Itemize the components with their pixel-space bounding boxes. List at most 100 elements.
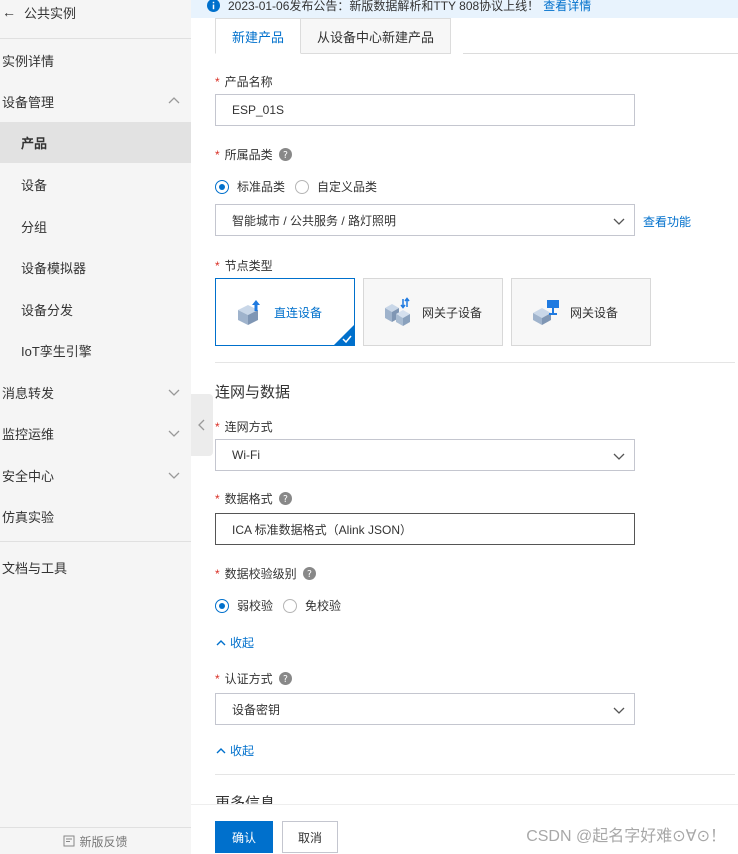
sidebar-item-label: 分组	[21, 220, 48, 235]
radio-checked[interactable]	[215, 179, 229, 194]
feedback-label: 新版反馈	[79, 834, 128, 849]
node-card-gateway-device[interactable]: 网关设备	[511, 278, 651, 346]
help-icon[interactable]: ?	[278, 148, 292, 161]
sidebar-item-label: 设备管理	[2, 95, 55, 110]
sidebar-item-security-center[interactable]: 安全中心	[0, 455, 191, 496]
label-text: 节点类型	[224, 259, 273, 273]
sidebar-item-message-forwarding[interactable]: 消息转发	[0, 372, 191, 413]
collapse-link[interactable]: 收起	[215, 742, 254, 759]
sidebar-item-label: 产品	[21, 136, 48, 151]
radio-unchecked[interactable]	[283, 598, 298, 613]
feedback-button[interactable]: 新版反馈	[0, 827, 191, 854]
section-divider	[215, 362, 735, 363]
sidebar-item-devices[interactable]: 设备	[0, 164, 191, 205]
tab-bar: 新建产品 从设备中心新建产品	[215, 18, 452, 54]
notice-text: 2023-01-06发布公告：新版数据解析和TTY 808协议上线！	[228, 0, 540, 13]
radio-label: 免校验	[305, 599, 342, 613]
input-value: ESP_01S	[232, 103, 285, 117]
notice-link[interactable]: 查看详情	[543, 0, 591, 14]
select-value: 智能城市 / 公共服务 / 路灯照明	[232, 213, 397, 228]
radio-label: 弱校验	[237, 599, 274, 613]
label-text: 数据格式	[224, 492, 273, 506]
help-icon[interactable]: ?	[302, 567, 316, 580]
help-icon[interactable]: ?	[278, 672, 292, 685]
radio-weak-check[interactable]: 弱校验	[215, 597, 273, 614]
auth-select[interactable]: 设备密钥	[215, 693, 635, 725]
sidebar-item-instance-details[interactable]: 实例详情	[0, 40, 191, 81]
product-name-input[interactable]: ESP_01S	[215, 94, 635, 126]
back-label: 公共实例	[24, 5, 77, 21]
card-label: 网关设备	[570, 305, 619, 320]
sidebar-item-docs-tools[interactable]: 文档与工具	[0, 547, 191, 588]
sidebar-item-label: 实例详情	[2, 54, 55, 69]
label-text: 产品名称	[224, 75, 273, 89]
radio-checked[interactable]	[215, 598, 229, 613]
required-mark: *	[215, 566, 220, 581]
label-text: 连网方式	[224, 420, 273, 434]
check-level-label: * 数据校验级别 ?	[215, 565, 316, 582]
help-icon[interactable]: ?	[278, 492, 292, 505]
tab-new-product[interactable]: 新建产品	[215, 18, 302, 54]
cancel-button[interactable]: 取消	[282, 821, 338, 853]
radio-unchecked[interactable]	[295, 179, 310, 194]
network-select[interactable]: Wi-Fi	[215, 439, 635, 471]
info-icon	[207, 0, 220, 12]
check-level-radio-group: 弱校验 免校验	[215, 597, 351, 614]
confirm-button[interactable]: 确认	[215, 821, 273, 853]
select-value: Wi-Fi	[232, 448, 260, 462]
auth-label: * 认证方式 ?	[215, 670, 292, 687]
svg-text:?: ?	[283, 674, 288, 685]
sidebar-divider	[0, 38, 191, 39]
watermark: CSDN @起名字好难⊙∀⊙！	[526, 828, 726, 845]
radio-custom-category[interactable]: 自定义品类	[295, 178, 377, 195]
form-footer: 确认 取消 CSDN @起名字好难⊙∀⊙！	[191, 804, 738, 854]
collapse-link[interactable]: 收起	[215, 634, 254, 651]
notice-banner: 2023-01-06发布公告：新版数据解析和TTY 808协议上线！ 查看详情	[191, 0, 738, 18]
chevron-up-icon	[216, 639, 226, 645]
category-radio-group: 标准品类 自定义品类	[215, 178, 387, 195]
direct-device-icon	[238, 300, 260, 325]
required-mark: *	[215, 671, 220, 686]
chevron-down-icon	[613, 453, 625, 460]
select-value: 设备密钥	[232, 702, 281, 717]
sidebar-item-device-distribution[interactable]: 设备分发	[0, 289, 191, 330]
chevron-left-icon	[198, 419, 205, 431]
card-label: 网关子设备	[422, 305, 483, 320]
radio-label: 自定义品类	[317, 180, 378, 194]
radio-no-check[interactable]: 免校验	[283, 597, 341, 614]
view-functions-link[interactable]: 查看功能	[643, 213, 691, 230]
chevron-down-icon	[168, 472, 180, 479]
feedback-icon	[63, 835, 75, 847]
card-label: 直连设备	[274, 305, 323, 320]
tab-underline	[463, 53, 738, 54]
label-text: 数据校验级别	[224, 567, 297, 581]
required-mark: *	[215, 491, 220, 506]
back-to-public-instance[interactable]: ← 公共实例	[0, 0, 191, 24]
gateway-device-icon	[533, 300, 559, 325]
category-select[interactable]: 智能城市 / 公共服务 / 路灯照明	[215, 204, 635, 236]
sidebar-collapse-handle[interactable]	[191, 394, 213, 456]
collapse-label: 收起	[230, 636, 255, 650]
radio-standard-category[interactable]: 标准品类	[215, 178, 285, 195]
sidebar-item-label: 文档与工具	[2, 561, 68, 576]
node-card-gateway-sub-device[interactable]: 网关子设备	[363, 278, 503, 346]
sidebar-item-products[interactable]: 产品	[0, 122, 191, 163]
data-format-select[interactable]: ICA 标准数据格式（Alink JSON）	[215, 513, 635, 545]
chevron-down-icon	[168, 389, 180, 396]
label-text: 所属品类	[224, 148, 273, 162]
network-section-title: 连网与数据	[215, 384, 291, 401]
node-card-direct-device[interactable]: 直连设备	[215, 278, 355, 346]
sidebar-item-monitoring[interactable]: 监控运维	[0, 413, 191, 454]
sidebar-item-iot-twin-engine[interactable]: IoT孪生引擎	[0, 330, 191, 371]
more-info-title: 更多信息	[215, 795, 276, 804]
tab-from-device-center[interactable]: 从设备中心新建产品	[301, 18, 452, 54]
sidebar-item-label: 仿真实验	[2, 510, 55, 525]
sidebar-item-device-simulator[interactable]: 设备模拟器	[0, 247, 191, 288]
sidebar-item-simulation-lab[interactable]: 仿真实验	[0, 496, 191, 537]
sidebar-item-label: 消息转发	[2, 386, 55, 401]
sidebar-item-device-management[interactable]: 设备管理	[0, 81, 191, 122]
svg-text:?: ?	[307, 569, 312, 580]
sidebar-item-groups[interactable]: 分组	[0, 206, 191, 247]
chevron-up-icon	[216, 747, 226, 753]
category-label: * 所属品类 ?	[215, 146, 292, 163]
